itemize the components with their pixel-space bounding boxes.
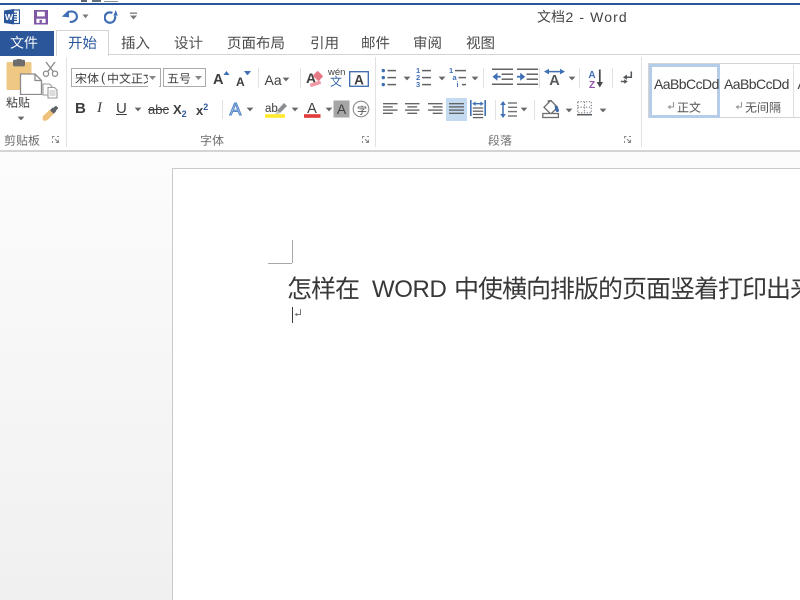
svg-text:A: A bbox=[549, 73, 560, 86]
svg-text:A: A bbox=[230, 99, 242, 118]
svg-text:A: A bbox=[354, 72, 364, 86]
svg-text:3: 3 bbox=[416, 80, 420, 87]
svg-text:A: A bbox=[337, 101, 347, 117]
svg-text:Z: Z bbox=[589, 80, 595, 89]
svg-text:W: W bbox=[5, 12, 14, 22]
svg-text:i: i bbox=[457, 80, 459, 87]
